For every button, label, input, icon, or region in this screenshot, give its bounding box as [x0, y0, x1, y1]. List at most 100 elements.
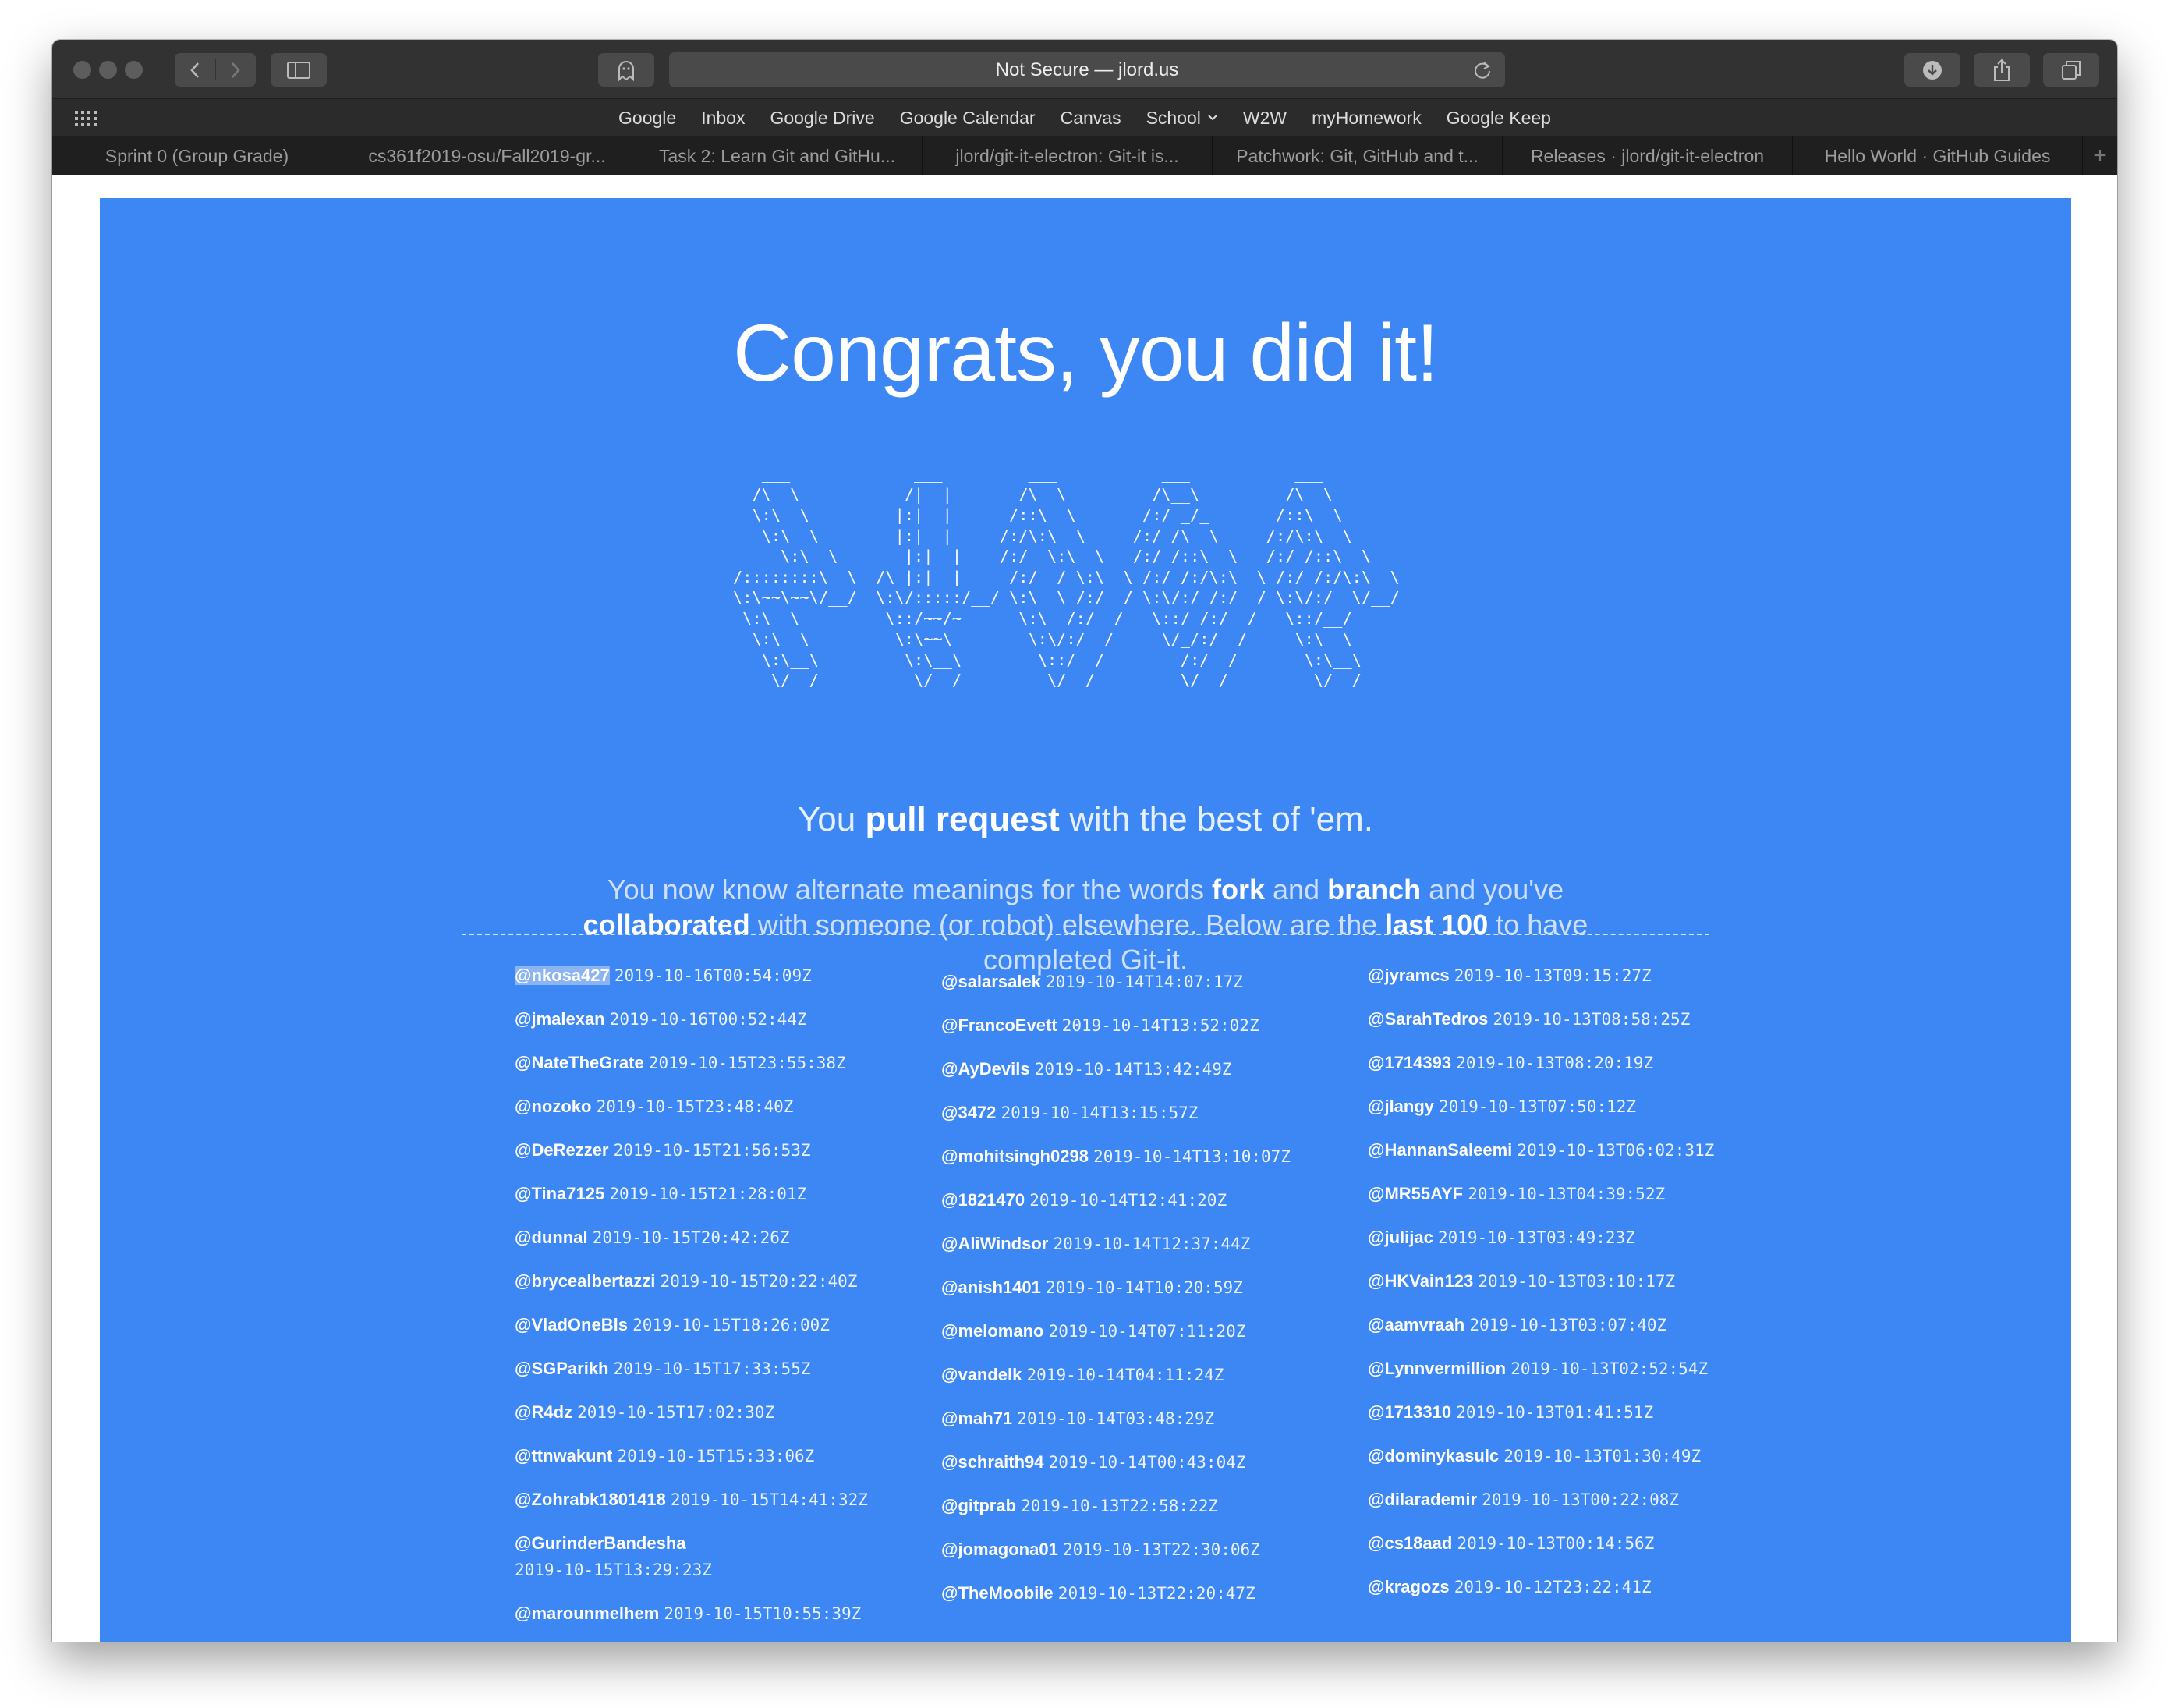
bookmark-google-drive[interactable]: Google Drive — [770, 108, 874, 129]
tab-git-it-electron[interactable]: jlord/git-it-electron: Git-it is... — [923, 136, 1213, 175]
username-link[interactable]: @TheMoobile — [941, 1583, 1054, 1603]
completion-timestamp: 2019-10-13T00:14:56Z — [1457, 1534, 1655, 1553]
username-link[interactable]: @nkosa427 — [515, 966, 610, 985]
username-link[interactable]: @HannanSaleemi — [1368, 1140, 1512, 1160]
address-bar[interactable]: Not Secure — jlord.us — [669, 52, 1505, 87]
tab-releases[interactable]: Releases · jlord/git-it-electron — [1503, 136, 1793, 175]
completions-column-1: @nkosa427 2019-10-16T00:54:09Z @jmalexan … — [515, 962, 920, 1642]
username-link[interactable]: @1821470 — [941, 1190, 1025, 1210]
username-link[interactable]: @julijac — [1368, 1228, 1433, 1247]
tab-patchwork[interactable]: Patchwork: Git, GitHub and t... — [1213, 136, 1503, 175]
bookmark-google[interactable]: Google — [618, 108, 676, 129]
username-link[interactable]: @dilarademir — [1368, 1490, 1477, 1509]
tab-hello-world[interactable]: Hello World · GitHub Guides — [1793, 136, 2083, 175]
reload-icon[interactable] — [1472, 60, 1493, 80]
zoom-window-button[interactable] — [125, 61, 143, 79]
tab-overview-button[interactable] — [2043, 53, 2099, 87]
username-link[interactable]: @MR55AYF — [1368, 1184, 1463, 1203]
username-link[interactable]: @jlangy — [1368, 1097, 1434, 1116]
close-window-button[interactable] — [73, 61, 91, 79]
tagline-text-end: with the best of 'em. — [1059, 800, 1373, 838]
completion-timestamp: 2019-10-13T04:39:52Z — [1468, 1185, 1666, 1203]
username-link[interactable]: @melomano — [941, 1321, 1043, 1341]
bookmark-google-keep[interactable]: Google Keep — [1447, 108, 1551, 129]
username-link[interactable]: @anish1401 — [941, 1277, 1041, 1297]
share-icon — [1994, 58, 2010, 81]
username-link[interactable]: @SarahTedros — [1368, 1009, 1488, 1029]
bookmark-folder-school[interactable]: School — [1146, 108, 1218, 129]
bookmark-myhomework[interactable]: myHomework — [1312, 108, 1422, 129]
username-link[interactable]: @3472 — [941, 1103, 996, 1122]
username-link[interactable]: @ttnwakunt — [515, 1446, 612, 1465]
username-link[interactable]: @FrancoEvett — [941, 1015, 1057, 1035]
bookmark-w2w[interactable]: W2W — [1243, 108, 1287, 129]
list-item: @jmalexan 2019-10-16T00:52:44Z — [515, 1006, 920, 1050]
completion-timestamp: 2019-10-16T00:52:44Z — [609, 1010, 807, 1029]
username-link[interactable]: @marounmelhem — [515, 1603, 659, 1623]
tab-cs361-repo[interactable]: cs361f2019-osu/Fall2019-gr... — [342, 136, 632, 175]
username-link[interactable]: @VladOneBls — [515, 1315, 628, 1334]
privacy-report-button[interactable] — [598, 53, 654, 87]
intro-text: with someone (or robot) elsewhere. Below… — [749, 909, 1386, 941]
chevron-left-icon — [190, 62, 199, 78]
dashed-divider — [462, 934, 1709, 935]
bookmark-google-calendar[interactable]: Google Calendar — [900, 108, 1036, 129]
username-link[interactable]: @schraith94 — [941, 1452, 1044, 1472]
list-item: @AyDevils 2019-10-14T13:42:49Z — [941, 1056, 1347, 1100]
tab-sprint-0[interactable]: Sprint 0 (Group Grade) — [52, 136, 342, 175]
username-link[interactable]: @salarsalek — [941, 972, 1041, 991]
username-link[interactable]: @dominykasulc — [1368, 1446, 1499, 1465]
bookmark-canvas[interactable]: Canvas — [1061, 108, 1121, 129]
username-link[interactable]: @dunnal — [515, 1228, 588, 1247]
username-link[interactable]: @AyDevils — [941, 1059, 1030, 1079]
username-link[interactable]: @nozoko — [515, 1097, 591, 1116]
list-item: @gitprab 2019-10-13T22:58:22Z — [941, 1493, 1347, 1536]
completions-column-2: @salarsalek 2019-10-14T14:07:17Z @FrancoE… — [941, 969, 1347, 1624]
completion-timestamp: 2019-10-14T13:10:07Z — [1093, 1147, 1291, 1166]
username-link[interactable]: @mah71 — [941, 1409, 1012, 1428]
new-tab-button[interactable]: + — [2083, 136, 2117, 175]
downloads-button[interactable] — [1904, 53, 1960, 87]
username-link[interactable]: @1713310 — [1368, 1402, 1451, 1422]
completion-timestamp: 2019-10-13T00:22:08Z — [1482, 1490, 1680, 1509]
intro-text: and you've — [1421, 873, 1564, 905]
list-item: @HannanSaleemi 2019-10-13T06:02:31Z — [1368, 1137, 1773, 1181]
username-link[interactable]: @Tina7125 — [515, 1184, 604, 1203]
list-item: @DeRezzer 2019-10-15T21:56:53Z — [515, 1137, 920, 1181]
back-button[interactable] — [175, 53, 215, 87]
username-link[interactable]: @SGParikh — [515, 1359, 609, 1378]
forward-button[interactable] — [215, 53, 256, 87]
username-link[interactable]: @HKVain123 — [1368, 1271, 1473, 1291]
username-link[interactable]: @kragozs — [1368, 1577, 1450, 1596]
username-link[interactable]: @jmalexan — [515, 1009, 605, 1029]
username-link[interactable]: @Zohrabk1801418 — [515, 1490, 666, 1509]
username-link[interactable]: @GurinderBandesha — [515, 1533, 686, 1553]
username-link[interactable]: @1714393 — [1368, 1053, 1451, 1072]
username-link[interactable]: @DeRezzer — [515, 1140, 609, 1160]
list-item: @brycealbertazzi 2019-10-15T20:22:40Z — [515, 1268, 920, 1312]
list-item: @1714393 2019-10-13T08:20:19Z — [1368, 1050, 1773, 1093]
username-link[interactable]: @Lynnvermillion — [1368, 1359, 1506, 1378]
username-link[interactable]: @aamvraah — [1368, 1315, 1464, 1334]
completion-timestamp: 2019-10-14T13:42:49Z — [1034, 1060, 1232, 1079]
bookmark-inbox[interactable]: Inbox — [701, 108, 745, 129]
list-item: @schraith94 2019-10-14T00:43:04Z — [941, 1449, 1347, 1493]
username-link[interactable]: @gitprab — [941, 1496, 1016, 1515]
username-link[interactable]: @R4dz — [515, 1402, 572, 1422]
username-link[interactable]: @vandelk — [941, 1365, 1022, 1384]
username-link[interactable]: @cs18aad — [1368, 1533, 1452, 1553]
tabs-icon — [2062, 60, 2081, 80]
tab-task-2[interactable]: Task 2: Learn Git and GitHu... — [632, 136, 923, 175]
username-link[interactable]: @jomagona01 — [941, 1540, 1058, 1559]
username-link[interactable]: @AliWindsor — [941, 1234, 1048, 1253]
completion-timestamp: 2019-10-13T07:50:12Z — [1439, 1097, 1637, 1116]
list-item: @vandelk 2019-10-14T04:11:24Z — [941, 1362, 1347, 1405]
username-link[interactable]: @brycealbertazzi — [515, 1271, 655, 1291]
username-link[interactable]: @jyramcs — [1368, 966, 1450, 985]
share-button[interactable] — [1974, 53, 2030, 87]
username-link[interactable]: @NateTheGrate — [515, 1053, 644, 1072]
minimize-window-button[interactable] — [99, 61, 117, 79]
username-link[interactable]: @mohitsingh0298 — [941, 1146, 1089, 1166]
sidebar-button[interactable] — [271, 53, 327, 87]
list-item: @mohitsingh0298 2019-10-14T13:10:07Z — [941, 1143, 1347, 1187]
